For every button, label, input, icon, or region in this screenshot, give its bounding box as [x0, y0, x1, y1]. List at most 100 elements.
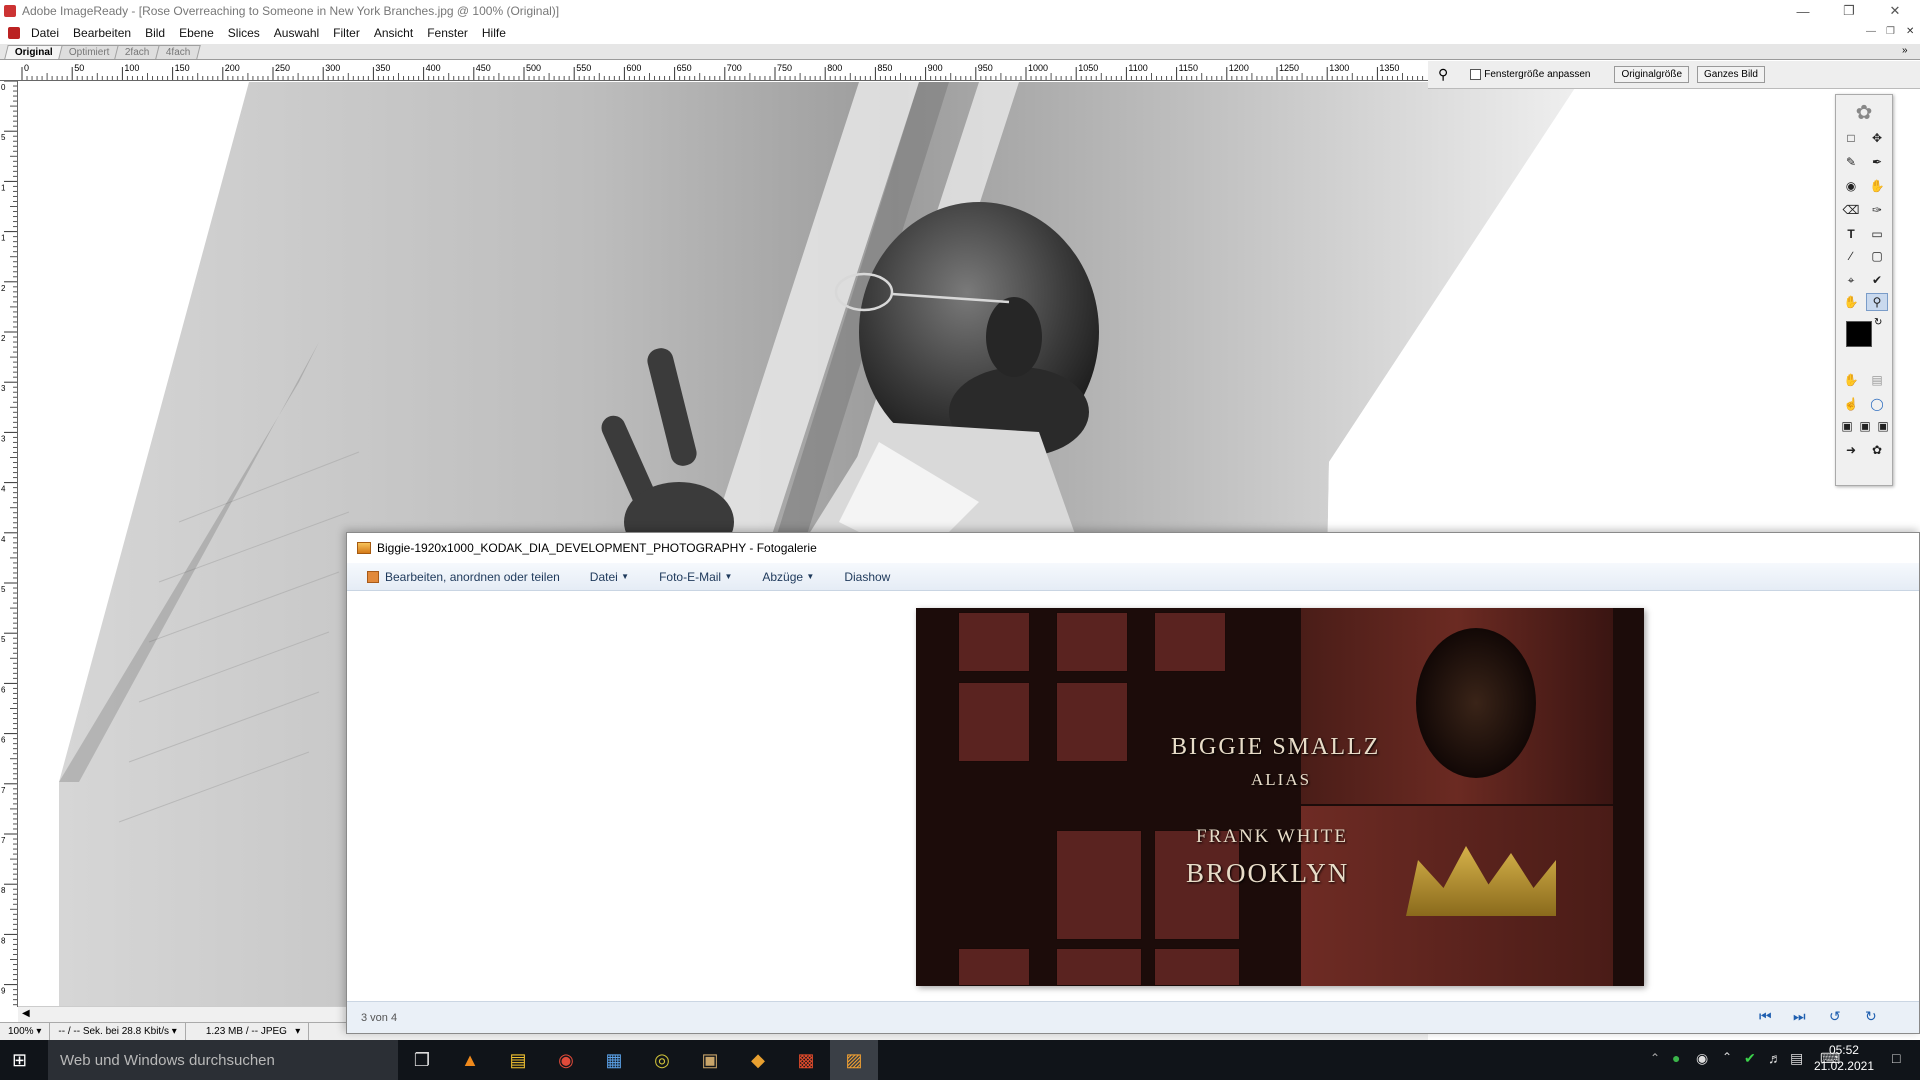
- brush-tool-icon[interactable]: ✑: [1866, 201, 1888, 219]
- doc-restore-icon[interactable]: ❐: [1886, 26, 1895, 37]
- eyedropper-tool-icon[interactable]: ✔: [1866, 271, 1888, 289]
- menu-datei[interactable]: Datei: [24, 26, 66, 40]
- photo-app-icon[interactable]: ▣: [686, 1040, 734, 1080]
- windows-taskbar: ⊞ Web und Windows durchsuchen ❐ ▲ ▤ ◉ ▦ …: [0, 1040, 1920, 1080]
- chrome-icon[interactable]: ◉: [542, 1040, 590, 1080]
- taskbar-search-box[interactable]: Web und Windows durchsuchen: [48, 1040, 398, 1080]
- screen-mode-full-icon[interactable]: ▣: [1874, 417, 1892, 435]
- file-size-select[interactable]: 1.23 MB / -- JPEG ▾: [186, 1023, 310, 1040]
- move-tool-icon[interactable]: ✥: [1866, 129, 1888, 147]
- doc-close-icon[interactable]: ✕: [1906, 26, 1914, 37]
- zoom-level-select[interactable]: 100% ▾: [0, 1023, 51, 1040]
- menu-hilfe[interactable]: Hilfe: [475, 26, 513, 40]
- next-image-icon[interactable]: ⏭: [1793, 1008, 1806, 1025]
- actual-size-button[interactable]: Originalgröße: [1614, 66, 1690, 83]
- image-map-tool-icon[interactable]: ◉: [1840, 177, 1862, 195]
- scroll-left-arrow-icon[interactable]: ◀: [22, 1008, 30, 1019]
- file-menu-button[interactable]: Datei ▼: [590, 570, 629, 584]
- tray-check-icon[interactable]: ✔: [1744, 1050, 1756, 1067]
- network-icon[interactable]: ▤: [1790, 1050, 1803, 1067]
- palette-expand-icon[interactable]: »: [1902, 45, 1908, 56]
- biggie-film-collage-image[interactable]: BIGGIE SMALLZ ALIAS FRANK WHITE BROOKLYN: [916, 608, 1644, 986]
- zoom-tool-selected-icon[interactable]: ⚲: [1866, 293, 1888, 311]
- feather-logo-icon: ✿: [1855, 101, 1873, 124]
- slice-visibility-icon[interactable]: ▤: [1866, 371, 1888, 389]
- menu-slices[interactable]: Slices: [221, 26, 267, 40]
- photo-gallery-taskbar-icon[interactable]: ▨: [830, 1040, 878, 1080]
- menu-auswahl[interactable]: Auswahl: [267, 26, 326, 40]
- menu-fenster[interactable]: Fenster: [420, 26, 475, 40]
- media-player-icon[interactable]: ◎: [638, 1040, 686, 1080]
- taskbar-clock[interactable]: 05:52 21.02.2021: [1814, 1042, 1874, 1074]
- screen-mode-standard-icon[interactable]: ▣: [1838, 417, 1856, 435]
- previous-image-icon[interactable]: ⏮: [1759, 1008, 1772, 1025]
- fit-window-checkbox[interactable]: [1470, 69, 1482, 80]
- tray-expand-icon[interactable]: ⌃: [1650, 1051, 1660, 1065]
- ruler-h-label: 200: [225, 63, 240, 73]
- menu-bild[interactable]: Bild: [138, 26, 172, 40]
- rectangle-tool-icon[interactable]: ▭: [1866, 225, 1888, 243]
- imageready-taskbar-icon[interactable]: ▩: [782, 1040, 830, 1080]
- menu-ansicht[interactable]: Ansicht: [367, 26, 420, 40]
- notification-icon[interactable]: □: [1892, 1050, 1900, 1066]
- vlc-icon[interactable]: ▲: [446, 1040, 494, 1080]
- film-frame: [958, 948, 1030, 986]
- tab-original[interactable]: Original: [4, 45, 64, 59]
- browser-preview-icon[interactable]: ◯: [1866, 395, 1888, 413]
- tab-optimiert[interactable]: Optimiert: [58, 45, 121, 59]
- photo-gallery-app-icon: [357, 542, 371, 554]
- gallery-toolbar: Bearbeiten, anordnen oder teilen Datei ▼…: [347, 563, 1919, 591]
- feather-jump-icon[interactable]: ✿: [1866, 441, 1888, 459]
- film-frame: [958, 612, 1030, 672]
- screen-mode-full-menu-icon[interactable]: ▣: [1856, 417, 1874, 435]
- tab-4fach[interactable]: 4fach: [155, 45, 202, 59]
- rotate-left-icon[interactable]: ↺: [1829, 1008, 1841, 1025]
- edit-organize-share-button[interactable]: Bearbeiten, anordnen oder teilen: [367, 570, 560, 584]
- tab-2fach[interactable]: 2fach: [114, 45, 161, 59]
- slice-select-tool-icon[interactable]: ✒: [1866, 153, 1888, 171]
- text-tool-icon[interactable]: T: [1840, 225, 1862, 243]
- image-text-line3: FRANK WHITE: [1196, 826, 1349, 847]
- menu-bearbeiten[interactable]: Bearbeiten: [66, 26, 138, 40]
- windows-start-icon[interactable]: ⊞: [12, 1050, 27, 1071]
- jump-to-photoshop-icon[interactable]: ➜: [1840, 441, 1862, 459]
- photo-email-button[interactable]: Foto-E-Mail ▼: [659, 570, 732, 584]
- volume-icon[interactable]: ♬: [1768, 1050, 1782, 1066]
- shape-tool-icon[interactable]: ▢: [1866, 247, 1888, 265]
- tray-generic-icon[interactable]: ◉: [1696, 1050, 1708, 1067]
- file-explorer-icon[interactable]: ▤: [494, 1040, 542, 1080]
- eraser-tool-icon[interactable]: ⌫: [1840, 201, 1862, 219]
- menu-bar: Datei Bearbeiten Bild Ebene Slices Auswa…: [0, 22, 1920, 44]
- restore-icon[interactable]: ❐: [1826, 0, 1872, 22]
- slice-tool-icon[interactable]: ✎: [1840, 153, 1862, 171]
- menu-ebene[interactable]: Ebene: [172, 26, 221, 40]
- tray-app-icon[interactable]: ●: [1672, 1050, 1680, 1066]
- zoom-tool-icon[interactable]: ⚲: [1438, 66, 1448, 83]
- image-map-visibility-icon[interactable]: ✋: [1840, 371, 1862, 389]
- marquee-tool-icon[interactable]: □: [1840, 129, 1862, 147]
- minimize-icon[interactable]: —: [1780, 0, 1826, 22]
- tray-chevron-icon[interactable]: ⌃: [1722, 1050, 1732, 1064]
- foreground-color-swatch[interactable]: [1846, 321, 1872, 347]
- hand-tool-icon[interactable]: ✋: [1840, 293, 1862, 311]
- close-icon[interactable]: ✕: [1872, 0, 1918, 22]
- image-map-select-tool-icon[interactable]: ✋: [1866, 177, 1888, 195]
- swap-colors-icon[interactable]: ↻: [1874, 317, 1882, 328]
- menu-filter[interactable]: Filter: [326, 26, 367, 40]
- task-view-icon[interactable]: ❐: [398, 1040, 446, 1080]
- paint-icon[interactable]: ▦: [590, 1040, 638, 1080]
- crop-tool-icon[interactable]: ⌖: [1840, 271, 1862, 289]
- whole-image-button[interactable]: Ganzes Bild: [1697, 66, 1765, 83]
- rotate-right-icon[interactable]: ↻: [1865, 1008, 1877, 1025]
- doc-minimize-icon[interactable]: —: [1866, 26, 1876, 37]
- winamp-icon[interactable]: ◆: [734, 1040, 782, 1080]
- ruler-h-label: 1250: [1279, 63, 1299, 73]
- line-tool-icon[interactable]: ∕: [1840, 247, 1862, 265]
- ruler-vertical: 0 5 1 1 2 2 3 3 4 4 5 5 6 6 7 7 8 8 9: [0, 81, 18, 1007]
- prints-button[interactable]: Abzüge ▼: [762, 570, 814, 584]
- slideshow-button[interactable]: Diashow: [844, 570, 890, 584]
- canvas-horizontal-scrollbar[interactable]: ◀: [18, 1006, 348, 1022]
- download-time-select[interactable]: -- / -- Sek. bei 28.8 Kbit/s ▾: [50, 1023, 186, 1040]
- rollover-preview-icon[interactable]: ☝: [1840, 395, 1862, 413]
- ruler-h-label: 1100: [1128, 63, 1147, 73]
